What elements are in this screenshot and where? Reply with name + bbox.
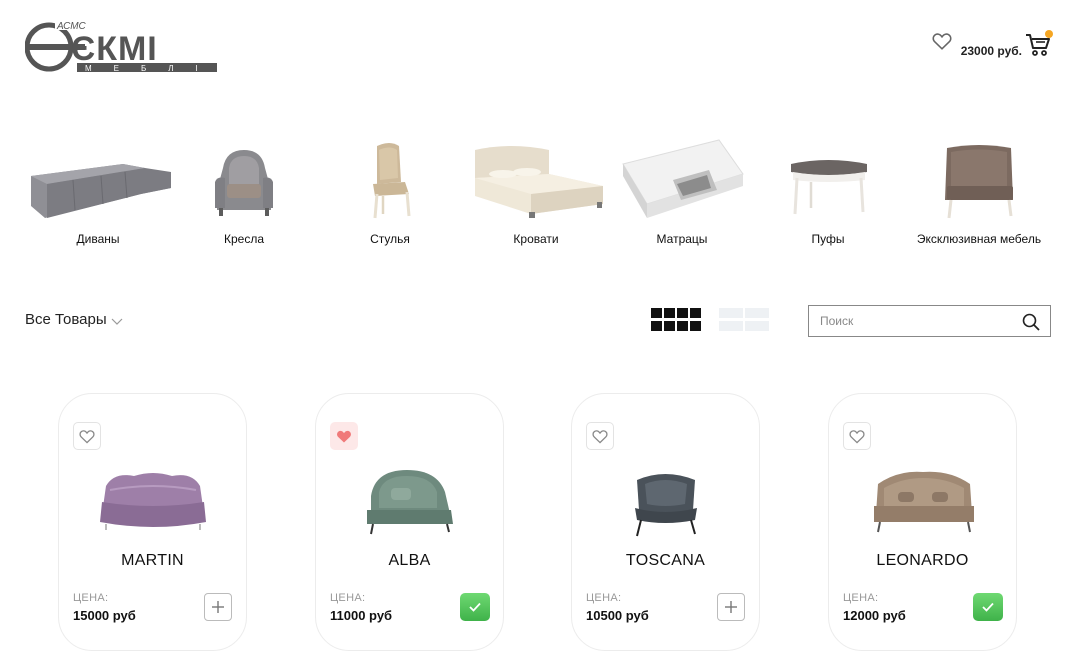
- heart-outline-icon: [849, 430, 865, 444]
- product-name[interactable]: LEONARDO: [829, 552, 1016, 570]
- price-value: 10500 руб: [586, 608, 649, 623]
- heart-outline-icon: [79, 430, 95, 444]
- price-value: 11000 руб: [330, 608, 393, 623]
- grid-view-icon[interactable]: [651, 308, 701, 332]
- category-armchairs[interactable]: Кресла: [171, 138, 317, 250]
- in-cart-button[interactable]: [460, 593, 490, 621]
- product-name[interactable]: TOSCANA: [572, 552, 759, 570]
- list-view-icon[interactable]: [719, 308, 769, 332]
- product-image: [100, 473, 206, 530]
- check-icon: [982, 602, 994, 612]
- price-label: ЦЕНА:: [330, 592, 366, 604]
- in-cart-button[interactable]: [973, 593, 1003, 621]
- logo-text: ЄКМІ: [71, 30, 158, 68]
- add-to-cart-button[interactable]: [204, 593, 232, 621]
- exclusive-sofa-image: [945, 145, 1013, 219]
- category-label: Кресла: [223, 232, 264, 246]
- category-label: Пуфы: [811, 232, 845, 246]
- category-exclusive[interactable]: Эксклюзивная мебель: [901, 138, 1057, 250]
- product-card-martin[interactable]: MARTIN ЦЕНА: 15000 руб: [58, 393, 247, 651]
- category-label: Кровати: [513, 232, 559, 246]
- category-chairs[interactable]: Стулья: [317, 138, 463, 250]
- filter-label: Все Товары: [25, 311, 107, 328]
- category-label: Стулья: [370, 232, 410, 246]
- header-actions: 23000 руб.: [931, 26, 1053, 62]
- product-card-alba[interactable]: ALBA ЦЕНА: 11000 руб: [315, 393, 504, 651]
- category-label: Эксклюзивная мебель: [916, 232, 1042, 246]
- price-label: ЦЕНА:: [586, 592, 622, 604]
- category-nav: Диваны Кресла Стулья Кровати Матрацы Пуф…: [25, 138, 1055, 250]
- category-beds[interactable]: Кровати: [463, 138, 609, 250]
- favorite-button[interactable]: [586, 422, 614, 450]
- product-card-leonardo[interactable]: LEONARDO ЦЕНА: 12000 руб: [828, 393, 1017, 651]
- favorite-button[interactable]: [73, 422, 101, 450]
- sofa-image: [31, 164, 171, 218]
- ottoman-image: [791, 160, 867, 215]
- price-value: 15000 руб: [73, 608, 136, 623]
- chevron-down-icon: [111, 318, 123, 325]
- product-name[interactable]: MARTIN: [59, 552, 246, 570]
- brand-logo[interactable]: АСМС ЄКМІ МЕБЛІ: [24, 16, 219, 74]
- product-name[interactable]: ALBA: [316, 552, 503, 570]
- chair-image: [373, 143, 411, 219]
- heart-outline-icon: [592, 430, 608, 444]
- plus-icon: [725, 601, 737, 613]
- price-label: ЦЕНА:: [73, 592, 109, 604]
- price-value: 12000 руб: [843, 608, 906, 623]
- check-icon: [469, 602, 481, 612]
- cart-total[interactable]: 23000 руб.: [961, 44, 1022, 58]
- product-image: [874, 471, 974, 533]
- logo-subtitle: МЕБЛІ: [85, 64, 219, 73]
- product-image: [367, 470, 453, 535]
- heart-outline-icon[interactable]: [931, 30, 953, 52]
- cart-notification-dot: [1045, 30, 1053, 38]
- category-sofas[interactable]: Диваны: [25, 138, 171, 250]
- category-mattresses[interactable]: Матрацы: [609, 138, 755, 250]
- plus-icon: [212, 601, 224, 613]
- category-label: Матрацы: [656, 232, 708, 246]
- favorite-button[interactable]: [330, 422, 358, 450]
- category-label: Диваны: [76, 232, 120, 246]
- armchair-image: [215, 150, 273, 216]
- category-filter-dropdown[interactable]: Все Товары: [25, 311, 123, 328]
- shopping-cart-icon[interactable]: [1024, 30, 1053, 58]
- product-image: [635, 474, 697, 537]
- search-input[interactable]: [809, 306, 1009, 336]
- mattress-image: [622, 139, 744, 218]
- category-ottomans[interactable]: Пуфы: [755, 138, 901, 250]
- bed-image: [475, 146, 603, 218]
- search-icon[interactable]: [1022, 313, 1040, 331]
- add-to-cart-button[interactable]: [717, 593, 745, 621]
- product-card-toscana[interactable]: TOSCANA ЦЕНА: 10500 руб: [571, 393, 760, 651]
- heart-filled-icon: [337, 430, 351, 443]
- price-label: ЦЕНА:: [843, 592, 879, 604]
- favorite-button[interactable]: [843, 422, 871, 450]
- search-box: [808, 305, 1051, 337]
